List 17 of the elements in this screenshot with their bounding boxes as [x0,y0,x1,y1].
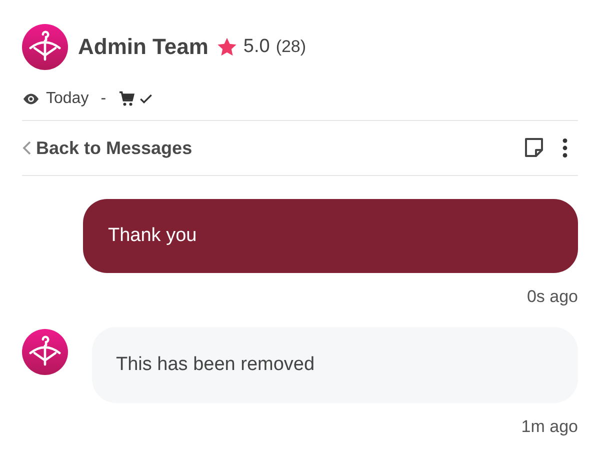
message-bubble: This has been removed [92,327,578,403]
seller-name: Admin Team [78,34,208,60]
star-icon [216,36,238,58]
note-icon[interactable] [522,136,546,160]
cart-icon [118,90,136,108]
back-link[interactable]: Back to Messages [22,138,522,158]
avatar-icon [22,24,68,70]
message-bubble: Thank you [83,199,578,273]
last-seen: Today [46,90,89,108]
avatar-icon [22,329,68,375]
rating: 5.0 [243,36,270,58]
separator: - [100,90,106,108]
review-count: (28) [276,37,306,57]
more-icon[interactable] [562,137,568,159]
message-time: 0s ago [526,287,578,307]
chevron-left-icon [22,140,32,156]
message-time: 1m ago [521,417,578,437]
